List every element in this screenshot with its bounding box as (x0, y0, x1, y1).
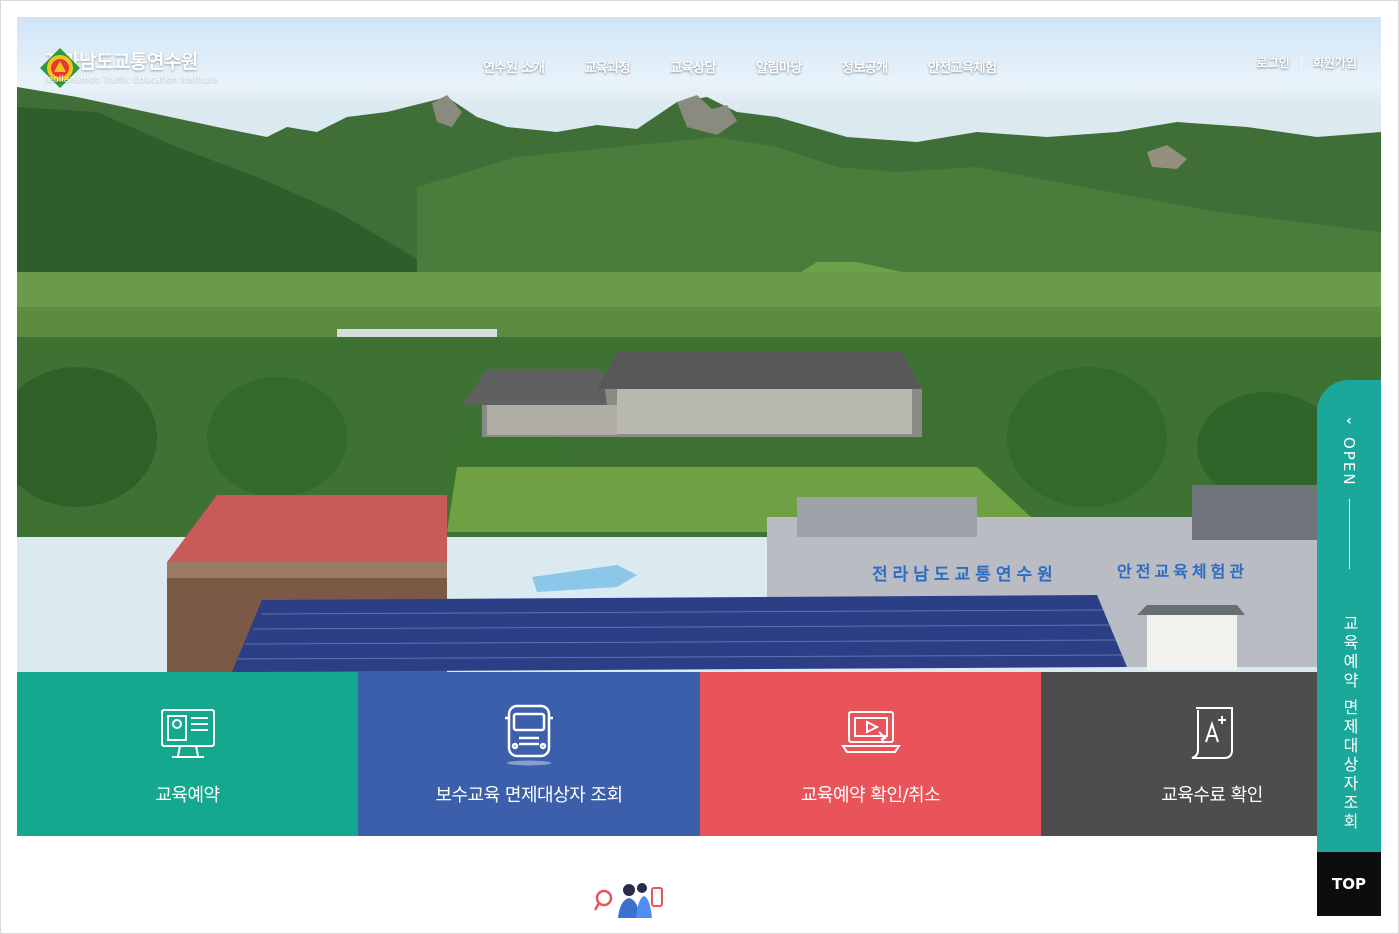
side-panel-open-toggle[interactable]: OPEN (1340, 437, 1358, 487)
quick-menu: 교육예약 보수교육 면제대상자 조회 교육예약 확인/취소 교육수료 확인 (17, 672, 1317, 836)
certificate-icon (1191, 707, 1233, 759)
side-panel-label: 교육예약 면제대상자조회 (1340, 614, 1359, 832)
scroll-top-button[interactable]: TOP (1317, 852, 1381, 916)
join-link[interactable]: 회원가입 (1313, 54, 1357, 71)
hero-landscape-illustration: 전라남도교통연수원 안전교육체험관 (17, 87, 1381, 672)
quick-reservation-check-button[interactable]: 교육예약 확인/취소 (700, 672, 1041, 836)
nav-item-notice[interactable]: 알림마당 (756, 57, 802, 76)
nav-item-disclosure[interactable]: 정보공개 (842, 57, 888, 76)
util-divider (1300, 56, 1302, 69)
logo-subtitle: Jeollanamdo Traffic Education Institute (45, 75, 219, 85)
building-sign-right: 안전교육체험관 (1117, 562, 1248, 581)
nav-item-safety-experience[interactable]: 안전교육체험 (928, 57, 997, 76)
people-illustration-icon (594, 883, 663, 918)
site-logo[interactable]: 전라남도교통연수원 Jeollanamdo Traffic Education … (39, 47, 219, 88)
quick-reservation-button[interactable]: 교육예약 (17, 672, 358, 836)
bus-icon (505, 704, 553, 766)
monitor-profile-icon (160, 709, 215, 758)
quick-completion-check-button[interactable]: 교육수료 확인 (1041, 672, 1317, 836)
side-panel-divider (1348, 498, 1350, 569)
main-nav: 연수원 소개 교육과정 교육상담 알림마당 정보공개 안전교육체험 (483, 57, 1036, 76)
hero-banner: 전라남도교통연수원 안전교육체험관 전라남도교통연수원 Jeollanamdo … (17, 17, 1381, 672)
login-link[interactable]: 로그인 (1257, 54, 1290, 71)
quick-reservation-label: 교육예약 (155, 785, 220, 806)
laptop-play-icon (840, 711, 901, 753)
quick-reservation-check-label: 교육예약 확인/취소 (800, 785, 941, 806)
chevron-left-icon: ‹ (1346, 413, 1352, 429)
quick-exemption-lookup-label: 보수교육 면제대상자 조회 (435, 785, 623, 806)
side-quick-panel[interactable]: ‹ OPEN 교육예약 면제대상자조회 (1317, 380, 1381, 852)
nav-item-about[interactable]: 연수원 소개 (483, 57, 545, 76)
nav-item-courses[interactable]: 교육과정 (584, 57, 630, 76)
quick-exemption-lookup-button[interactable]: 보수교육 면제대상자 조회 (358, 672, 700, 836)
nav-item-consulting[interactable]: 교육상담 (670, 57, 716, 76)
util-menu: 로그인 회원가입 (1257, 54, 1357, 71)
quick-completion-check-label: 교육수료 확인 (1161, 785, 1263, 806)
building-sign-left: 전라남도교통연수원 (872, 565, 1058, 585)
